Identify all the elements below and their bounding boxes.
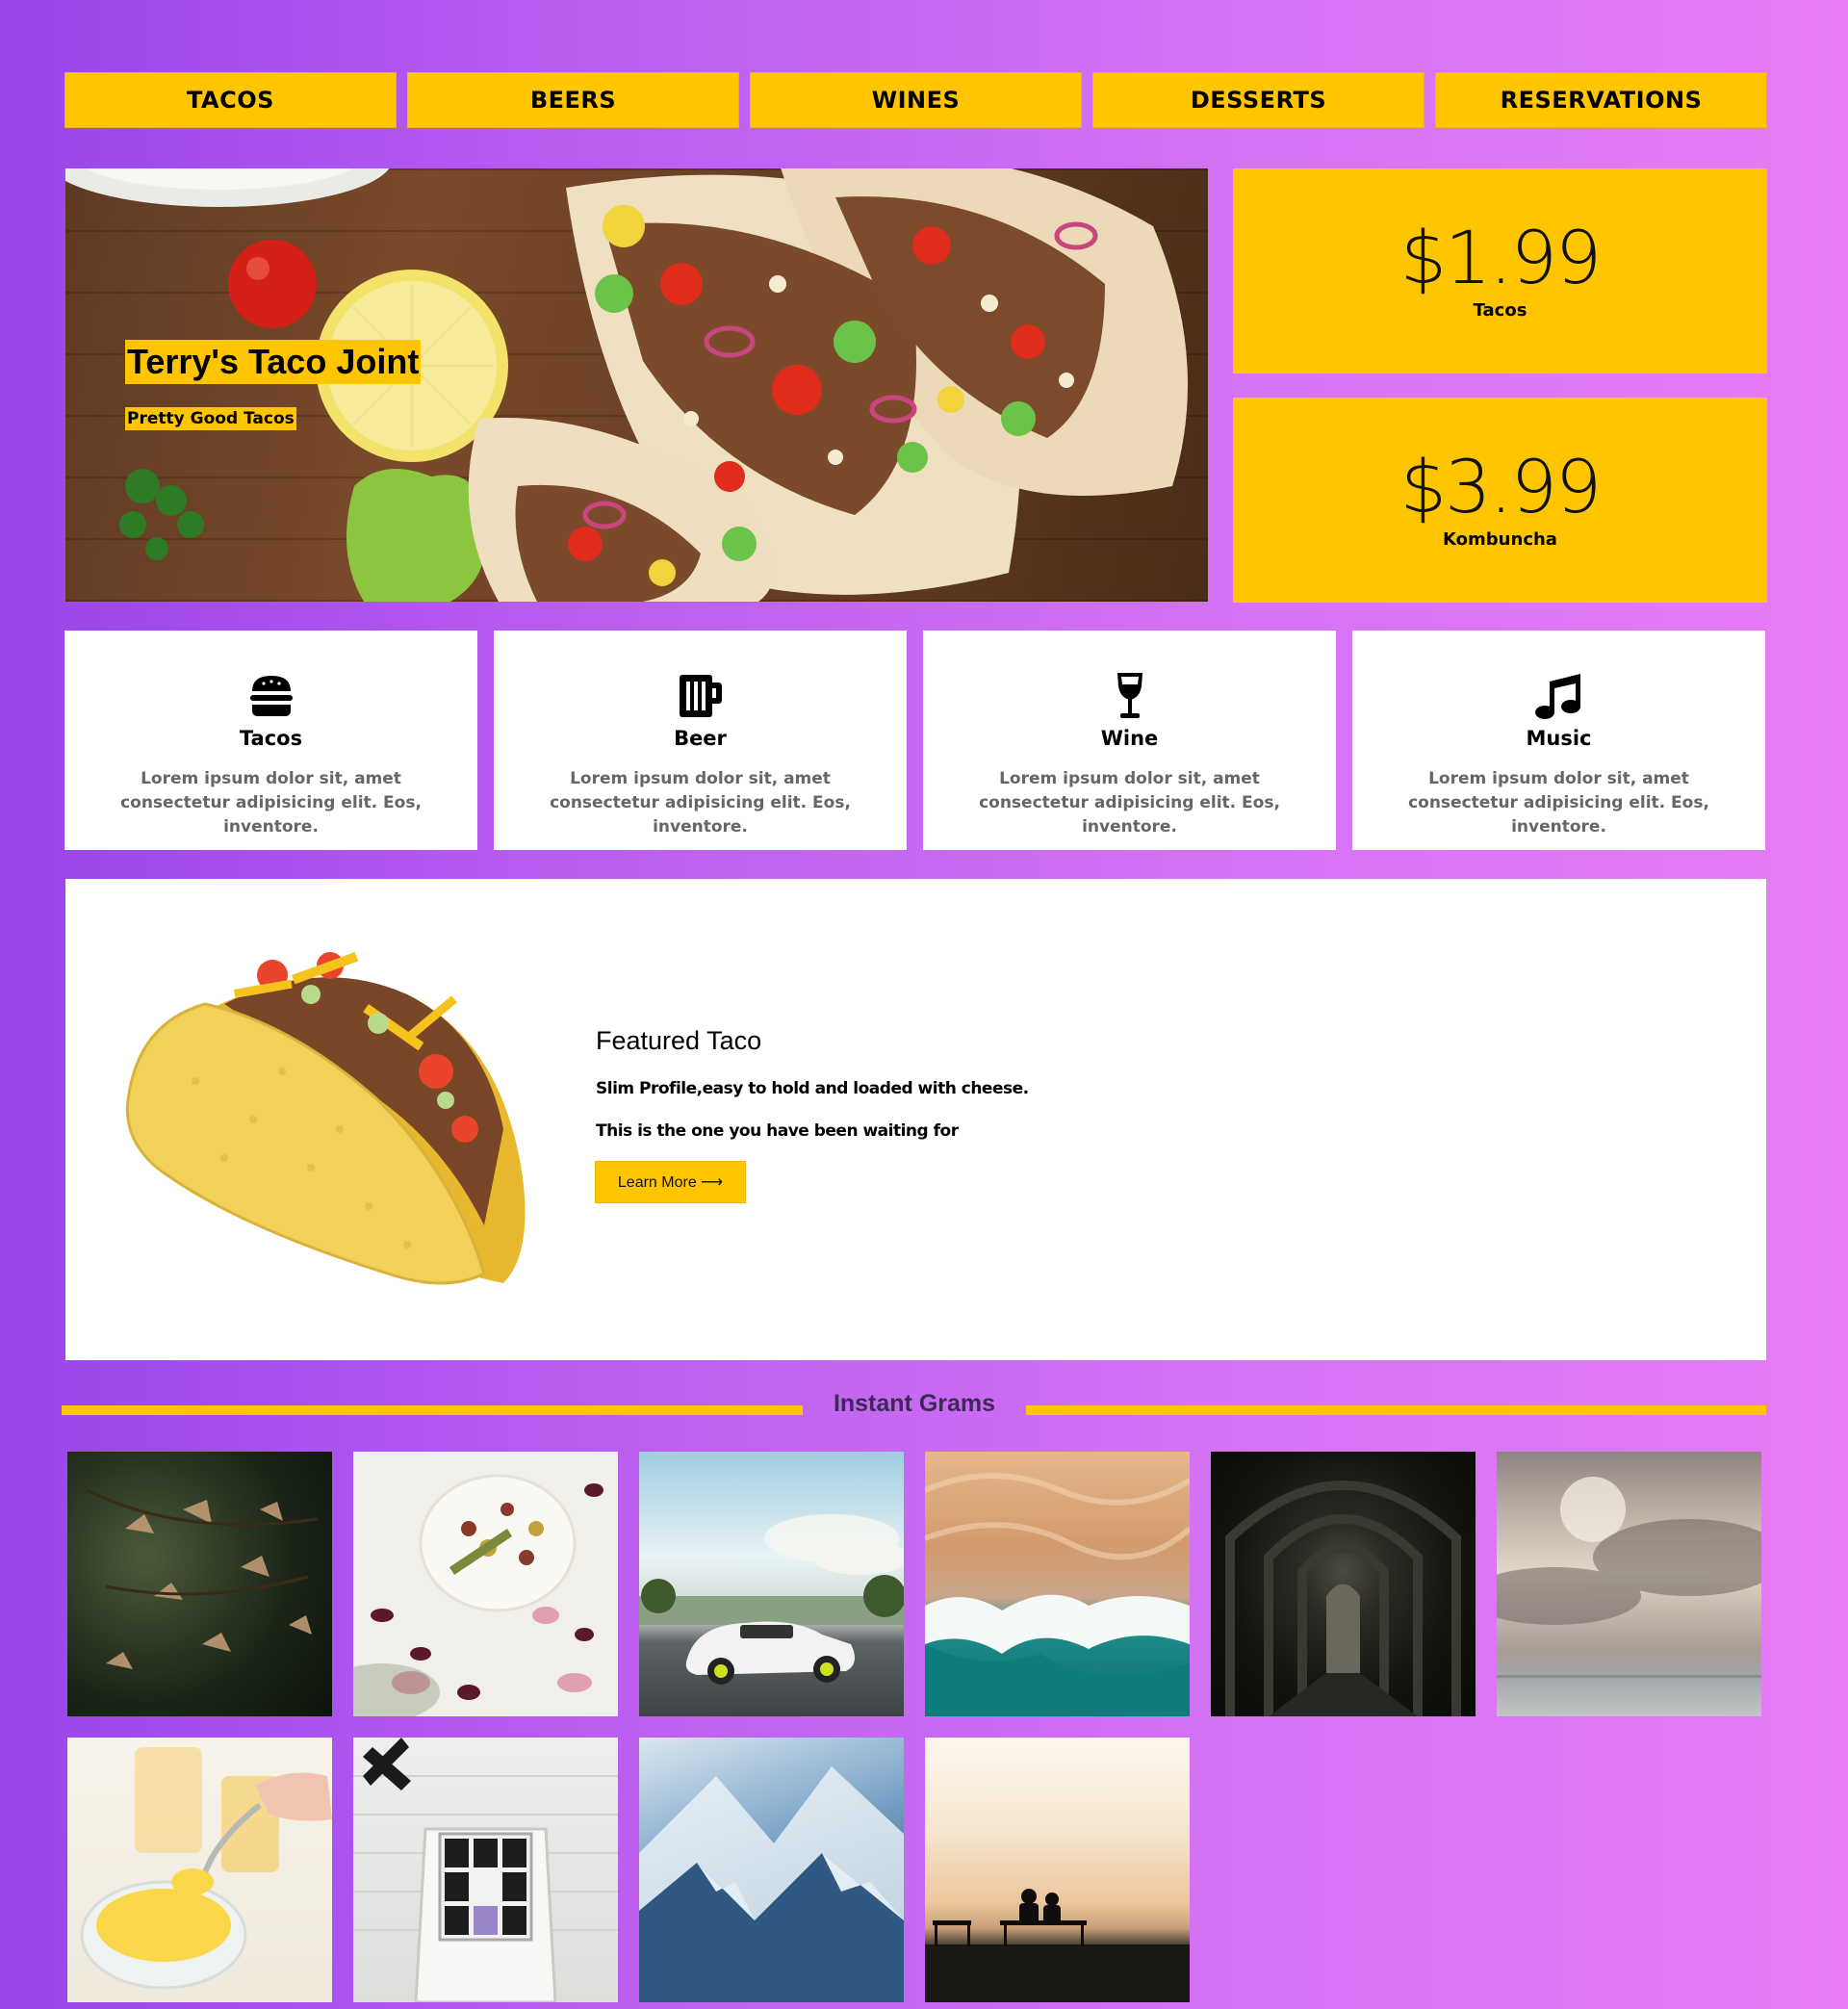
feature-card-tacos: Tacos Lorem ipsum dolor sit, amet consec… xyxy=(64,631,477,850)
wine-glass-icon xyxy=(1115,671,1145,721)
gram-photo-white-door[interactable] xyxy=(353,1738,618,2002)
featured-title: Featured Taco xyxy=(596,1026,762,1055)
nav-reservations-button[interactable]: RESERVATIONS xyxy=(1435,72,1767,128)
hamburger-icon xyxy=(248,671,295,721)
nav-desserts-button[interactable]: DESSERTS xyxy=(1092,72,1424,128)
feature-text: Lorem ipsum dolor sit, amet consectetur … xyxy=(120,769,422,837)
feature-text: Lorem ipsum dolor sit, amet consectetur … xyxy=(979,769,1280,837)
price-amount: $1.99 xyxy=(1399,215,1603,300)
gram-photo-cloudy-sea[interactable] xyxy=(1497,1452,1761,1716)
music-note-icon xyxy=(1534,671,1584,721)
gram-photo-snowy-mountains[interactable] xyxy=(639,1738,904,2002)
featured-taco-image xyxy=(125,952,526,1285)
price-label: Kombuncha xyxy=(1443,529,1557,550)
feature-title: Music xyxy=(1526,727,1592,750)
beer-mug-icon xyxy=(678,671,724,721)
featured-tagline: This is the one you have been waiting fo… xyxy=(596,1121,959,1141)
feature-title: Wine xyxy=(1100,727,1159,750)
feature-card-music: Music Lorem ipsum dolor sit, amet consec… xyxy=(1352,631,1765,850)
grams-title: Instant Grams xyxy=(833,1390,996,1417)
hero-subtitle: Pretty Good Tacos xyxy=(125,407,296,430)
featured-taco-section: Featured Taco Slim Profile,easy to hold … xyxy=(65,879,1766,1360)
gram-photo-aerial-beach[interactable] xyxy=(925,1452,1190,1716)
gram-photo-custard-jars[interactable] xyxy=(67,1738,332,2002)
feature-text: Lorem ipsum dolor sit, amet consectetur … xyxy=(550,769,851,837)
feature-title: Tacos xyxy=(239,727,303,750)
hero-banner: Terry's Taco Joint Pretty Good Tacos xyxy=(65,168,1208,602)
price-label: Tacos xyxy=(1473,300,1527,321)
gram-photo-leaves[interactable] xyxy=(67,1452,332,1716)
hero-tacos-image xyxy=(65,168,1188,602)
featured-description: Slim Profile,easy to hold and loaded wit… xyxy=(596,1079,1029,1098)
feature-text: Lorem ipsum dolor sit, amet consectetur … xyxy=(1408,769,1709,837)
feature-card-wine: Wine Lorem ipsum dolor sit, amet consect… xyxy=(923,631,1336,850)
price-amount: $3.99 xyxy=(1399,444,1603,529)
gram-photo-arched-corridor[interactable] xyxy=(1211,1452,1476,1716)
nav-tacos-button[interactable]: TACOS xyxy=(64,72,397,128)
price-tile-tacos: $1.99 Tacos xyxy=(1233,168,1767,373)
nav-beers-button[interactable]: BEERS xyxy=(407,72,739,128)
feature-title: Beer xyxy=(674,727,727,750)
gram-photo-pressed-flowers[interactable] xyxy=(353,1452,618,1716)
gram-photo-sunset-bench[interactable] xyxy=(925,1738,1190,2002)
price-tile-kombuncha: $3.99 Kombuncha xyxy=(1233,398,1767,603)
nav-wines-button[interactable]: WINES xyxy=(750,72,1082,128)
feature-card-beer: Beer Lorem ipsum dolor sit, amet consect… xyxy=(494,631,907,850)
learn-more-button[interactable]: Learn More ⟶ xyxy=(595,1161,746,1203)
gram-photo-white-car[interactable] xyxy=(639,1452,904,1716)
hero-title: Terry's Taco Joint xyxy=(125,340,422,384)
